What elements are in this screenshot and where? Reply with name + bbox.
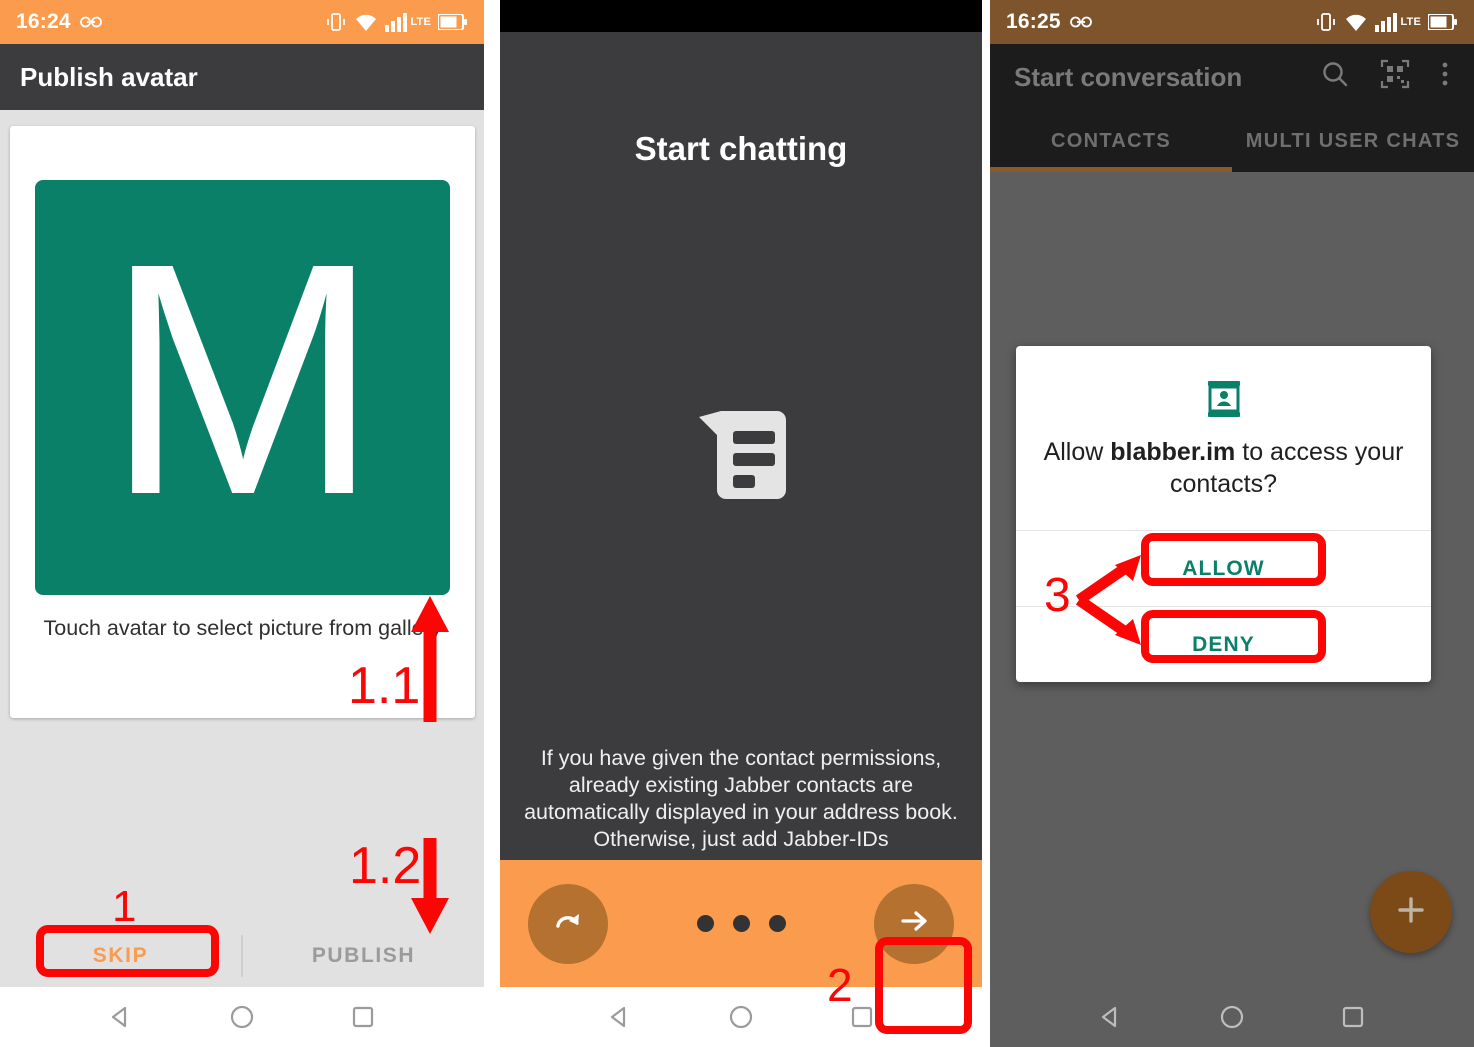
system-navigation-bar bbox=[0, 987, 484, 1047]
deny-button[interactable]: DENY bbox=[1016, 606, 1431, 682]
add-icon bbox=[1391, 890, 1431, 935]
panel-gap bbox=[484, 0, 500, 1047]
avatar-hint-text: Touch avatar to select picture from gall… bbox=[43, 616, 442, 640]
vibrate-icon bbox=[1315, 12, 1337, 32]
recents-icon[interactable] bbox=[847, 1002, 877, 1032]
next-button[interactable] bbox=[874, 883, 954, 964]
onboarding-description: If you have given the contact permission… bbox=[524, 746, 958, 851]
back-icon[interactable] bbox=[605, 1002, 635, 1032]
battery-icon bbox=[1428, 14, 1458, 30]
screenshot-sequence: 16:24 LTE Publish avatar M Touch avatar … bbox=[0, 0, 1474, 1047]
tab-multi-user-chats[interactable]: MULTI USER CHATS bbox=[1232, 110, 1474, 172]
onboarding-footer bbox=[500, 860, 982, 987]
app-bar: Start conversation bbox=[990, 44, 1474, 110]
wifi-icon bbox=[1344, 13, 1368, 32]
back-icon[interactable] bbox=[106, 1002, 136, 1032]
phone-screen-start-conversation: 16:25 LTE Start conversation CONTACTS MU… bbox=[990, 0, 1474, 1047]
permission-message-prefix: Allow bbox=[1043, 438, 1111, 466]
lte-label: LTE bbox=[410, 16, 431, 28]
page-title: Publish avatar bbox=[20, 61, 198, 92]
link-icon bbox=[1069, 15, 1092, 29]
avatar-action-bar: SKIP PUBLISH bbox=[0, 925, 484, 987]
status-bar: 16:25 LTE bbox=[990, 0, 1474, 44]
app-bar: Publish avatar bbox=[0, 44, 484, 110]
page-dot bbox=[768, 915, 786, 932]
redo-arrow-icon bbox=[549, 902, 587, 945]
lte-label: LTE bbox=[1400, 16, 1421, 28]
allow-button[interactable]: ALLOW bbox=[1016, 530, 1431, 606]
battery-icon bbox=[438, 14, 468, 30]
avatar-letter: M bbox=[105, 194, 380, 564]
vibrate-icon bbox=[325, 12, 347, 32]
link-icon bbox=[79, 15, 102, 29]
qr-code-icon[interactable] bbox=[1380, 59, 1410, 96]
panel-gap bbox=[982, 0, 990, 1047]
page-indicator-dots bbox=[696, 915, 786, 932]
permission-dialog-message: Allow blabber.im to access your contacts… bbox=[1016, 422, 1431, 530]
permission-dialog: Allow blabber.im to access your contacts… bbox=[1016, 346, 1431, 682]
system-navigation-bar bbox=[990, 987, 1474, 1047]
publish-button[interactable]: PUBLISH bbox=[243, 944, 484, 968]
avatar-card: M Touch avatar to select picture from ga… bbox=[10, 126, 475, 718]
page-dot bbox=[732, 915, 750, 932]
skip-button[interactable]: SKIP bbox=[0, 944, 241, 968]
home-icon[interactable] bbox=[726, 1002, 756, 1032]
avatar-tile[interactable]: M bbox=[35, 180, 450, 595]
back-icon[interactable] bbox=[1096, 1002, 1126, 1032]
phone-screen-publish-avatar: 16:24 LTE Publish avatar M Touch avatar … bbox=[0, 0, 484, 1047]
tab-contacts[interactable]: CONTACTS bbox=[990, 110, 1232, 172]
recents-icon[interactable] bbox=[348, 1002, 378, 1032]
status-bar: 16:24 LTE bbox=[0, 0, 484, 44]
status-bar-clock: 16:24 bbox=[16, 10, 71, 33]
recents-icon[interactable] bbox=[1338, 1002, 1368, 1032]
permission-app-name: blabber.im bbox=[1110, 438, 1236, 466]
arrow-right-icon bbox=[894, 901, 934, 946]
phone-screen-start-chatting: Start chatting If you have given the con… bbox=[500, 0, 982, 1047]
previous-button[interactable] bbox=[528, 883, 608, 964]
tab-bar: CONTACTS MULTI USER CHATS bbox=[990, 110, 1474, 172]
home-icon[interactable] bbox=[1217, 1002, 1247, 1032]
signal-icon bbox=[385, 12, 408, 32]
page-dot bbox=[696, 915, 714, 932]
status-bar-clock: 16:25 bbox=[1006, 10, 1061, 33]
contacts-permission-icon bbox=[1016, 346, 1431, 422]
status-bar-blank bbox=[500, 0, 982, 32]
signal-icon bbox=[1375, 12, 1398, 32]
search-icon[interactable] bbox=[1320, 59, 1350, 96]
onboarding-title: Start chatting bbox=[634, 130, 848, 167]
page-title: Start conversation bbox=[1014, 61, 1243, 92]
overflow-menu-icon[interactable] bbox=[1440, 59, 1450, 96]
system-navigation-bar bbox=[500, 987, 982, 1047]
home-icon[interactable] bbox=[227, 1002, 257, 1032]
wifi-icon bbox=[354, 13, 378, 32]
add-contact-fab[interactable] bbox=[1370, 871, 1452, 953]
chat-bubble-icon bbox=[500, 405, 982, 505]
